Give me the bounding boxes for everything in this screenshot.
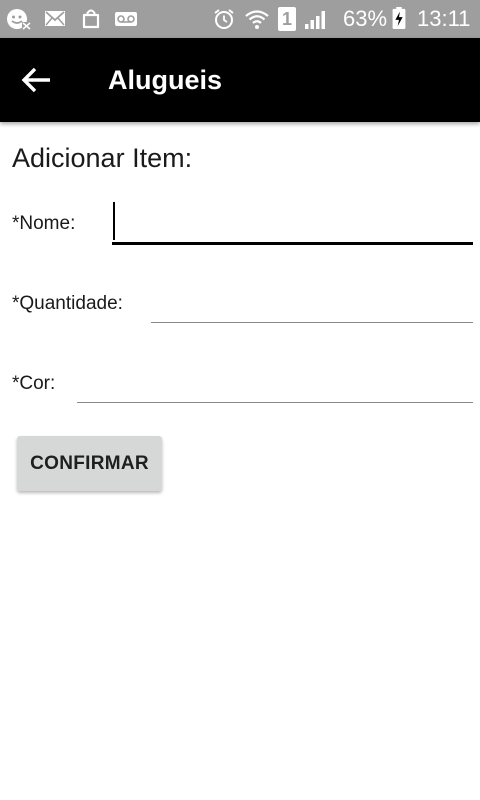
text-cursor <box>113 202 115 240</box>
emoji-notification-icon <box>7 9 31 30</box>
sim-slot-number: 1 <box>281 9 292 29</box>
form-title: Adicionar Item: <box>12 143 193 173</box>
sim-icon: 1 <box>278 7 296 31</box>
cor-field[interactable] <box>77 369 473 403</box>
app-bar: Alugueis <box>0 38 480 122</box>
cor-label: *Cor: <box>12 373 56 394</box>
nome-field[interactable] <box>112 211 473 245</box>
wifi-icon <box>245 10 269 29</box>
nome-label: *Nome: <box>12 213 76 234</box>
quantidade-label: *Quantidade: <box>12 293 123 314</box>
status-time: 13:11 <box>417 6 471 31</box>
battery-charging-icon <box>392 7 406 29</box>
status-bar: 1 63% 13:11 <box>0 0 480 38</box>
shopping-bag-icon <box>82 9 100 29</box>
signal-icon <box>305 11 325 29</box>
alarm-icon <box>214 9 234 29</box>
quantidade-field[interactable] <box>151 289 473 323</box>
mail-icon <box>45 11 65 26</box>
voicemail-icon <box>115 12 137 26</box>
confirm-button[interactable]: CONFIRMAR <box>17 436 162 491</box>
app-title: Alugueis <box>108 65 223 95</box>
back-arrow-icon[interactable] <box>20 65 52 95</box>
battery-percent: 63% <box>343 6 388 31</box>
